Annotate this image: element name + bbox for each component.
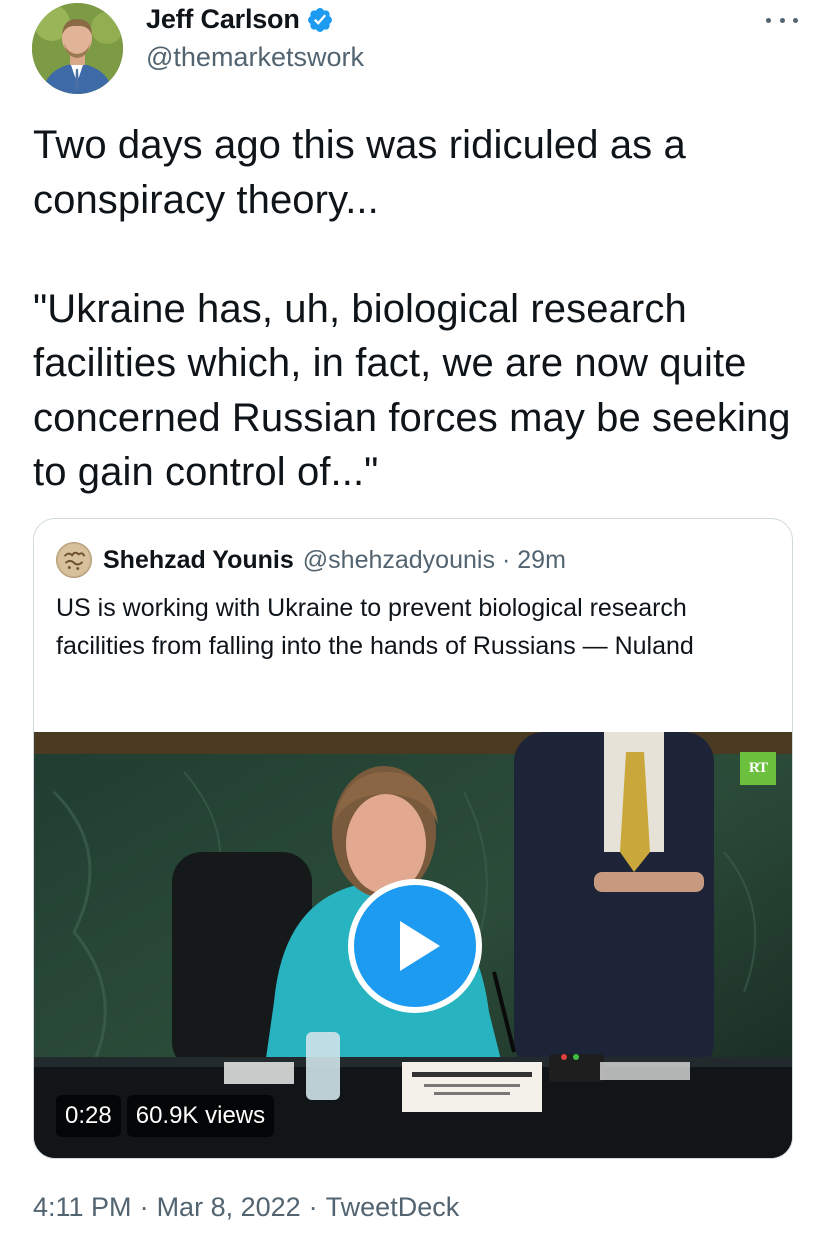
verified-badge-icon (307, 7, 332, 32)
author-name-text: Jeff Carlson (146, 4, 300, 34)
tweet-text: Two days ago this was ridiculed as a con… (33, 123, 791, 494)
dot (766, 17, 771, 23)
quoted-author-handle[interactable]: @shehzadyounis (303, 546, 495, 575)
dot (779, 17, 785, 23)
quoted-author-avatar[interactable] (56, 542, 92, 578)
quoted-tweet-header: Shehzad Younis @shehzadyounis · 29m (56, 542, 566, 578)
author-name[interactable]: Jeff Carlson (146, 4, 334, 35)
dot (793, 17, 798, 23)
separator: · (139, 1192, 149, 1222)
tweet-source[interactable]: TweetDeck (326, 1192, 460, 1222)
video-view-count: 60.9K views (126, 1095, 275, 1137)
calligraphy-logo-icon (57, 543, 91, 577)
video-info-badges: 0:28 60.9K views (56, 1095, 275, 1137)
play-button[interactable] (348, 879, 482, 1013)
channel-logo: RT (740, 752, 776, 785)
video-duration: 0:28 (56, 1095, 121, 1137)
quoted-tweet-text: US is working with Ukraine to prevent bi… (56, 594, 694, 660)
more-options-icon[interactable] (766, 10, 798, 30)
quoted-tweet-time[interactable]: 29m (517, 546, 566, 575)
quoted-tweet-card[interactable]: Shehzad Younis @shehzadyounis · 29m US i… (33, 518, 793, 1159)
separator: · (308, 1192, 318, 1222)
tweet-date[interactable]: Mar 8, 2022 (157, 1192, 301, 1222)
author-avatar[interactable] (32, 3, 123, 94)
video-player[interactable]: RT 0:28 60.9K views (34, 732, 792, 1158)
profile-photo-icon (32, 3, 123, 94)
play-icon (400, 921, 440, 971)
quoted-author-name[interactable]: Shehzad Younis (103, 546, 294, 575)
tweet-time[interactable]: 4:11 PM (33, 1192, 132, 1222)
meta-separator: · (501, 545, 511, 574)
author-handle[interactable]: @themarketswork (146, 42, 364, 73)
tweet-metadata: 4:11 PM · Mar 8, 2022 · TweetDeck (33, 1192, 459, 1223)
